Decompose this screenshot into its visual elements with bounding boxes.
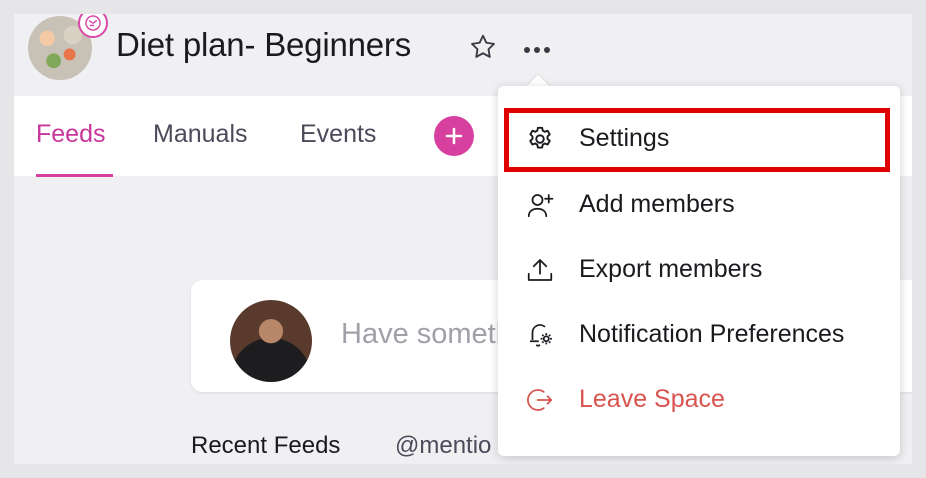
menu-item-add-members[interactable]: Add members (498, 174, 900, 234)
tab-events[interactable]: Events (300, 120, 376, 149)
menu-item-label: Leave Space (579, 385, 725, 413)
logout-icon (524, 384, 556, 416)
bell-settings-icon (524, 319, 556, 351)
more-options-icon[interactable] (520, 36, 554, 64)
space-badge-icon (78, 14, 108, 38)
recent-feeds-tab[interactable]: Recent Feeds (191, 432, 340, 460)
menu-item-export-members[interactable]: Export members (498, 239, 900, 299)
add-tab-button[interactable] (434, 116, 474, 156)
space-options-menu: Settings Add members Export members Noti… (498, 86, 900, 456)
upload-icon (524, 254, 556, 286)
app-frame: Diet plan- Beginners Feeds Manuals Event… (14, 14, 912, 464)
space-title: Diet plan- Beginners (116, 26, 411, 63)
tab-feeds[interactable]: Feeds (36, 120, 105, 149)
menu-item-label: Export members (579, 255, 763, 283)
menu-item-notification-preferences[interactable]: Notification Preferences (498, 304, 900, 364)
menu-item-settings[interactable]: Settings (498, 108, 900, 168)
menu-item-label: Settings (579, 124, 670, 152)
menu-item-label: Add members (579, 190, 735, 218)
menu-item-leave-space[interactable]: Leave Space (498, 369, 900, 429)
space-header: Diet plan- Beginners (14, 14, 912, 96)
active-tab-indicator (36, 174, 113, 177)
user-avatar (230, 300, 312, 382)
menu-item-label: Notification Preferences (579, 320, 845, 348)
add-user-icon (524, 189, 556, 221)
mentions-tab[interactable]: @mentio (395, 432, 491, 460)
tab-manuals[interactable]: Manuals (153, 120, 248, 149)
gear-icon (524, 123, 556, 155)
composer-input[interactable]: Have someth (341, 318, 512, 351)
favorite-star-icon[interactable] (468, 32, 498, 62)
